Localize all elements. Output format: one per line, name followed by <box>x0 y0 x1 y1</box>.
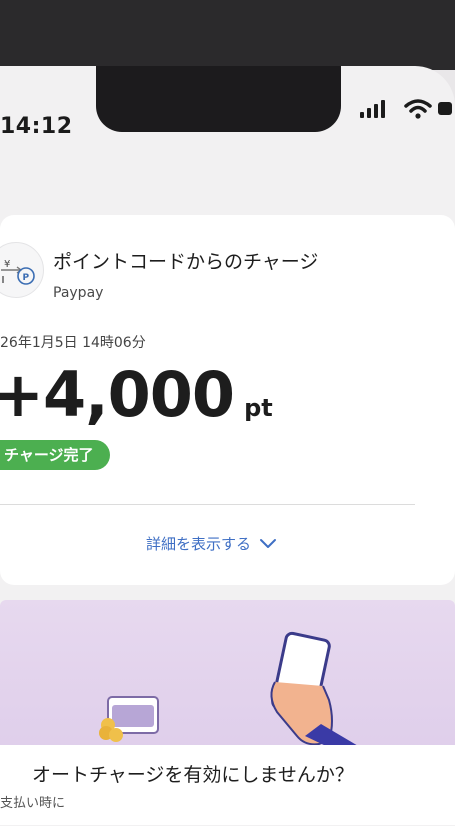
merchant-name: Paypay <box>53 285 104 301</box>
svg-text:¥: ¥ <box>4 259 10 270</box>
transaction-card: ¥ P ポイントコードからのチャージ Paypay 26年1月5日 14時06分… <box>0 215 455 585</box>
status-icons <box>360 98 452 122</box>
amount-value: +4,000 <box>0 358 235 431</box>
auto-charge-subtext: 支払い時に <box>0 796 66 811</box>
status-time: 14:12 <box>0 114 73 139</box>
charge-amount: +4,000 pt <box>0 355 273 448</box>
wifi-icon <box>404 99 432 119</box>
device-notch <box>96 66 341 132</box>
status-badge: チャージ完了 <box>0 440 110 470</box>
battery-icon <box>438 102 452 115</box>
device-bezel <box>0 0 455 70</box>
show-details-link[interactable]: 詳細を表示する <box>146 533 277 554</box>
amount-unit: pt <box>244 394 273 422</box>
hand-phone-illustration <box>270 631 365 758</box>
point-charge-icon: ¥ P <box>0 242 44 298</box>
wallet-coins-illustration <box>99 696 159 742</box>
signal-icon <box>360 98 390 118</box>
transaction-title: ポイントコードからのチャージ <box>53 251 319 273</box>
svg-text:P: P <box>23 273 30 283</box>
transaction-datetime: 26年1月5日 14時06分 <box>0 335 146 351</box>
chevron-down-icon <box>260 538 277 548</box>
auto-charge-title: オートチャージを有効にしませんか？ <box>32 764 354 786</box>
details-label: 詳細を表示する <box>146 535 252 553</box>
card-divider <box>0 504 415 505</box>
